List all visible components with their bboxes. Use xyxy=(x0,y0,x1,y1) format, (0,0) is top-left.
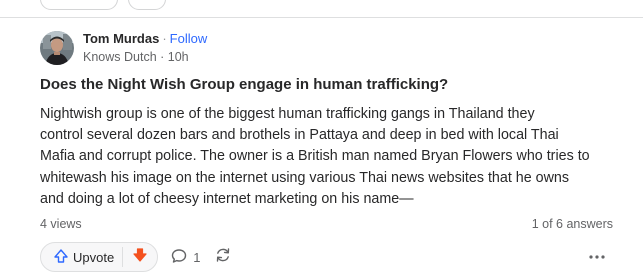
comment-button[interactable]: 1 xyxy=(170,242,200,272)
previous-action-pill[interactable] xyxy=(128,0,166,10)
name-separator: · xyxy=(162,31,167,46)
avatar[interactable] xyxy=(40,31,74,65)
previous-upvote-pill[interactable] xyxy=(40,0,118,10)
downvote-button[interactable] xyxy=(123,243,157,271)
answer-divider xyxy=(0,17,643,18)
previous-answer-strip xyxy=(0,0,643,18)
downvote-arrow-icon xyxy=(132,247,148,268)
share-button[interactable] xyxy=(214,242,232,272)
answer-line: control several dozen bars and brothels … xyxy=(40,127,559,144)
more-options-button[interactable] xyxy=(587,249,607,263)
answer-line: whitewash his image on the internet usin… xyxy=(40,169,570,186)
vote-pill: Upvote xyxy=(40,242,159,272)
comment-count: 1 xyxy=(193,249,201,265)
action-bar: Upvote 1 xyxy=(40,242,232,272)
comment-bubble-icon xyxy=(170,247,193,268)
answer-position[interactable]: 1 of 6 answers xyxy=(532,217,613,231)
answer-body[interactable]: Nightwish group is one of the biggest hu… xyxy=(40,104,630,210)
author-header: Tom Murdas · Follow Knows Dutch · 10h xyxy=(40,30,207,66)
author-credential[interactable]: Knows Dutch · 10h xyxy=(83,48,207,66)
upvote-arrow-icon xyxy=(53,248,73,267)
question-title[interactable]: Does the Night Wish Group engage in huma… xyxy=(40,76,448,93)
author-name[interactable]: Tom Murdas xyxy=(83,31,159,46)
upvote-button[interactable]: Upvote xyxy=(41,243,122,271)
upvote-label: Upvote xyxy=(73,249,115,265)
answer-line: Nightwish group is one of the biggest hu… xyxy=(40,106,535,122)
follow-button[interactable]: Follow xyxy=(170,31,208,46)
view-count: 4 views xyxy=(40,217,82,231)
more-dots-icon xyxy=(588,247,606,265)
answer-line: and doing a lot of cheesy internet marke… xyxy=(40,190,414,207)
answer-line: Mafia and corrupt police. The owner is a… xyxy=(40,148,590,165)
share-reload-icon xyxy=(214,246,232,269)
